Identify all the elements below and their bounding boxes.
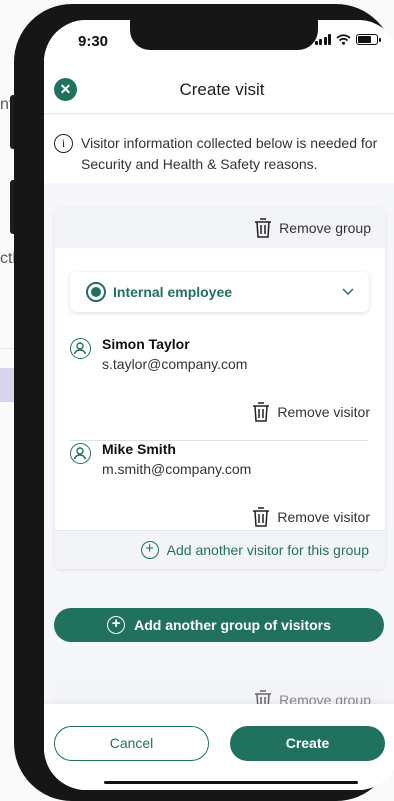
visitor-email: m.smith@company.com	[102, 461, 252, 477]
remove-visitor-button[interactable]: Remove visitor	[252, 507, 370, 527]
plus-circle-icon: +	[107, 616, 126, 634]
group-card-footer: + Add another visitor for this group	[55, 530, 385, 569]
remove-visitor-label: Remove visitor	[277, 404, 370, 420]
phone-frame: 9:30 ✕ Create visit i Visitor informatio…	[14, 4, 394, 801]
add-group-button[interactable]: + Add another group of visitors	[54, 608, 384, 642]
add-visitor-button[interactable]: + Add another visitor for this group	[140, 541, 369, 559]
selected-radio-icon	[86, 282, 106, 302]
remove-visitor-label: Remove visitor	[277, 509, 370, 525]
trash-icon	[253, 402, 270, 422]
person-icon	[70, 338, 91, 359]
page-title: Create visit	[179, 80, 265, 99]
remove-group-button[interactable]: Remove group	[254, 218, 371, 238]
visitor-email: s.taylor@company.com	[102, 356, 248, 372]
add-group-label: Add another group of visitors	[134, 617, 331, 633]
person-icon	[70, 443, 91, 464]
trash-icon	[255, 218, 272, 238]
create-button[interactable]: Create	[230, 726, 385, 761]
info-banner: i Visitor information collected below is…	[44, 115, 394, 183]
visitor-name: Simon Taylor	[102, 336, 190, 352]
plus-circle-icon: +	[140, 541, 159, 559]
visitor-entry: Simon Taylor s.taylor@company.com Remove…	[70, 336, 370, 440]
status-icons	[314, 34, 381, 45]
info-icon: i	[54, 134, 73, 153]
add-visitor-label: Add another visitor for this group	[166, 542, 369, 558]
status-time: 9:30	[78, 33, 109, 50]
chevron-down-icon	[342, 288, 354, 296]
visitor-group-card: Remove group Internal employee Simon Tay…	[55, 208, 385, 569]
visitor-entry: Mike Smith m.smith@company.com Remove vi…	[70, 441, 370, 529]
visitor-type-dropdown[interactable]: Internal employee	[70, 272, 369, 312]
phone-notch	[130, 20, 318, 50]
group-card-header: Remove group	[55, 208, 385, 248]
wifi-icon	[336, 34, 351, 45]
trash-icon	[253, 507, 270, 527]
remove-group-label: Remove group	[279, 220, 371, 236]
action-footer: Cancel Create	[44, 704, 394, 790]
info-text: Visitor information collected below is n…	[81, 135, 378, 172]
app-header: ✕ Create visit	[44, 64, 394, 114]
phone-screen: 9:30 ✕ Create visit i Visitor informatio…	[44, 20, 394, 790]
cancel-button[interactable]: Cancel	[54, 726, 209, 761]
home-indicator	[104, 781, 358, 784]
remove-visitor-button[interactable]: Remove visitor	[252, 402, 370, 422]
visitor-type-value: Internal employee	[113, 284, 233, 300]
battery-icon	[356, 34, 381, 45]
visitor-name: Mike Smith	[102, 441, 176, 457]
